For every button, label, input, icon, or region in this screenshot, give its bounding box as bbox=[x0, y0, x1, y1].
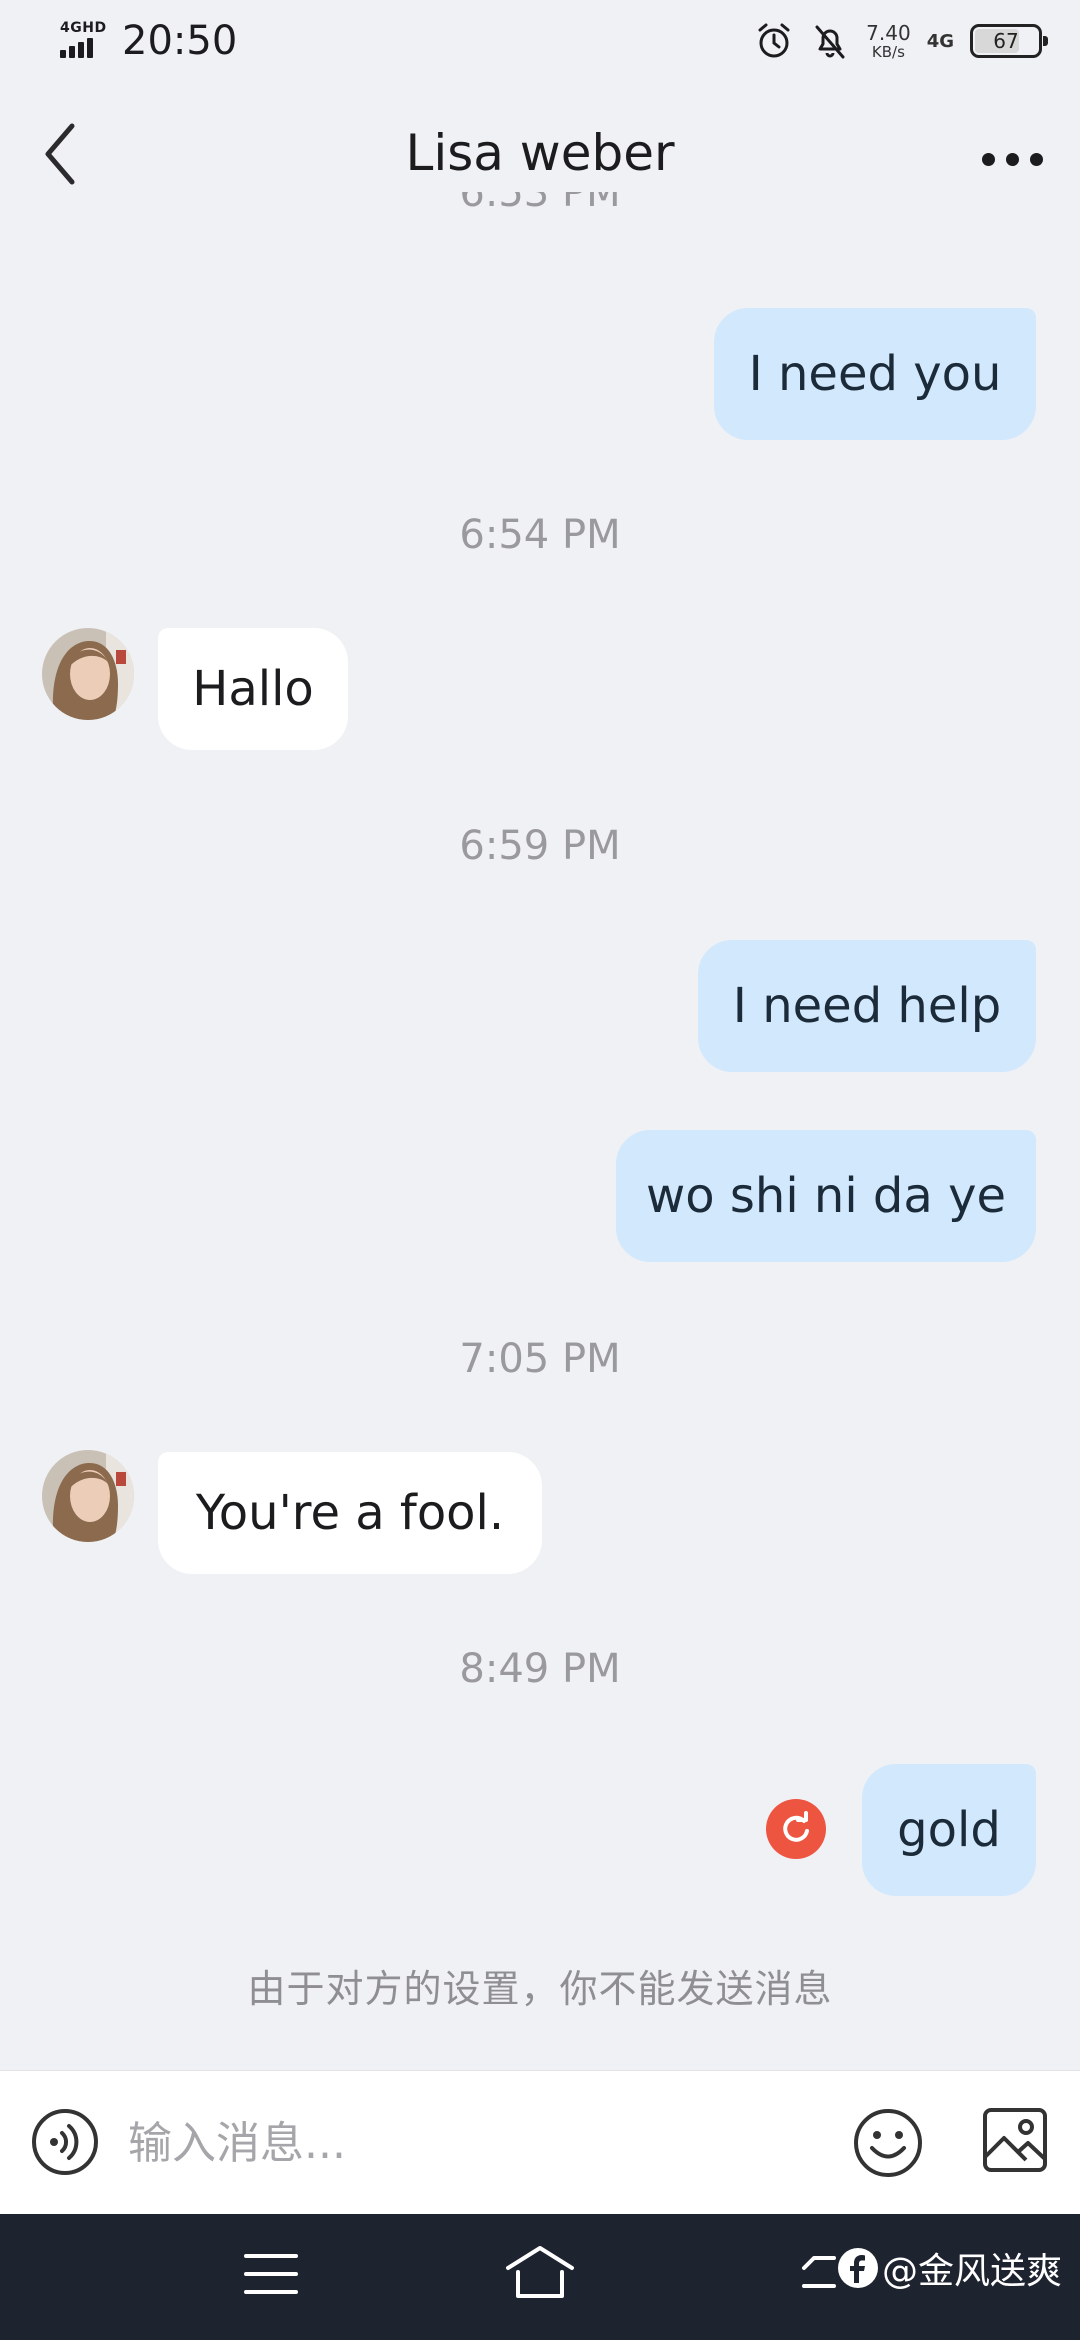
message-input[interactable] bbox=[128, 2103, 808, 2183]
message-text: gold bbox=[897, 1802, 1001, 1858]
image-icon[interactable] bbox=[982, 2107, 1048, 2173]
menu-icon[interactable] bbox=[244, 2252, 298, 2296]
alarm-icon bbox=[758, 23, 790, 58]
watermark-text: @金风送爽 bbox=[882, 2251, 1063, 2292]
avatar-photo bbox=[42, 1450, 134, 1542]
incoming-message-bubble[interactable]: You're a fool. bbox=[158, 1452, 542, 1574]
input-bar bbox=[0, 2070, 1080, 2214]
voice-icon[interactable] bbox=[30, 2107, 100, 2177]
status-right: 7.40 KB/s 4G 67 bbox=[754, 18, 1048, 64]
avatar-photo bbox=[42, 628, 134, 720]
watermark: @金风送爽 bbox=[838, 2242, 1062, 2294]
muted-bell-icon bbox=[815, 25, 845, 59]
status-left: 4GHD 20:50 bbox=[58, 18, 237, 64]
signal-bars-icon bbox=[60, 38, 93, 58]
more-options-button[interactable] bbox=[972, 124, 1052, 194]
retry-icon[interactable] bbox=[766, 1799, 826, 1859]
outgoing-message-bubble[interactable]: I need you bbox=[714, 308, 1036, 440]
status-time: 20:50 bbox=[122, 18, 238, 64]
timestamp: 6:59 PM bbox=[459, 823, 621, 869]
home-icon[interactable] bbox=[504, 2244, 576, 2300]
timestamp-partial: 6:53 PM bbox=[459, 192, 621, 216]
network-type: 4G bbox=[926, 30, 954, 52]
network-label: 4GHD bbox=[60, 20, 107, 36]
message-text: I need help bbox=[732, 978, 1002, 1034]
chat-title: Lisa weber bbox=[405, 124, 675, 182]
status-bar: 4GHD 20:50 7.40 KB/s 4G 67 bbox=[0, 0, 1080, 80]
blocked-notice: 由于对方的设置，你不能发送消息 bbox=[247, 1967, 833, 2011]
speed-unit: KB/s bbox=[871, 42, 905, 61]
network-speed: 7.40 KB/s bbox=[866, 23, 911, 60]
emoji-icon[interactable] bbox=[852, 2107, 924, 2179]
battery-level: 67 bbox=[993, 29, 1019, 53]
more-dots-icon bbox=[981, 152, 1043, 166]
timestamp: 6:54 PM bbox=[459, 512, 621, 558]
timestamp: 8:49 PM bbox=[459, 1646, 621, 1692]
timestamp: 7:05 PM bbox=[459, 1336, 621, 1382]
system-nav-bar: @金风送爽 bbox=[0, 2214, 1080, 2340]
outgoing-message-bubble[interactable]: wo shi ni da ye bbox=[616, 1130, 1036, 1262]
message-text: I need you bbox=[748, 346, 1002, 402]
resend-arrow-icon bbox=[783, 1811, 809, 1842]
contact-avatar[interactable] bbox=[42, 1450, 134, 1542]
incoming-message-bubble[interactable]: Hallo bbox=[158, 628, 348, 750]
back-nav-icon[interactable] bbox=[800, 2254, 840, 2290]
battery-icon: 67 bbox=[970, 24, 1048, 58]
signal-indicator: 4GHD bbox=[58, 20, 108, 62]
contact-avatar[interactable] bbox=[42, 628, 134, 720]
speed-value: 7.40 bbox=[866, 20, 911, 45]
outgoing-message-bubble[interactable]: gold bbox=[862, 1764, 1036, 1896]
chat-screen: 4GHD 20:50 7.40 KB/s 4G 67 Lisa weber 6:… bbox=[0, 0, 1080, 2340]
message-text: Hallo bbox=[192, 661, 314, 717]
outgoing-message-bubble[interactable]: I need help bbox=[698, 940, 1036, 1072]
facebook-icon bbox=[838, 2248, 878, 2288]
message-text: You're a fool. bbox=[195, 1485, 505, 1541]
message-text: wo shi ni da ye bbox=[646, 1168, 1006, 1224]
